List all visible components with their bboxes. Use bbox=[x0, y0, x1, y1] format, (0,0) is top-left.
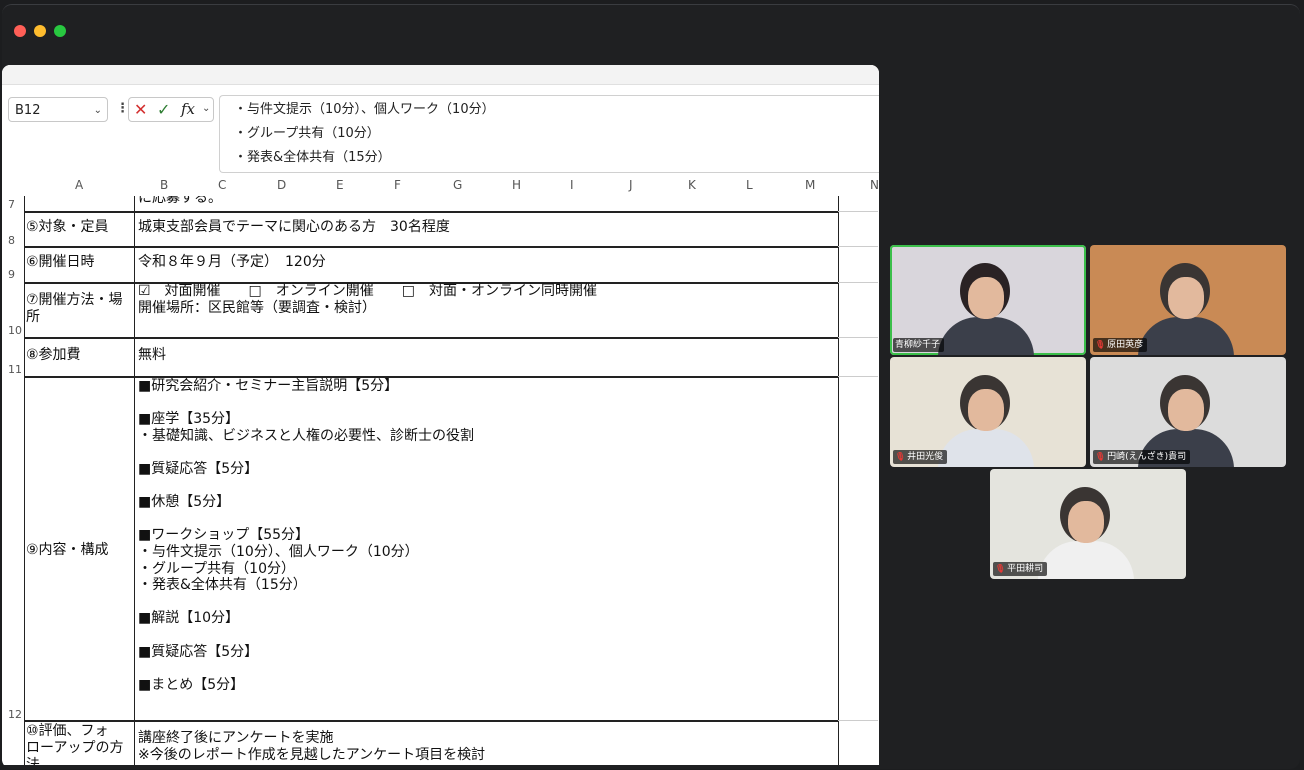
participant-face bbox=[968, 277, 1004, 319]
cell-label[interactable]: ⑧参加費 bbox=[26, 347, 81, 364]
column-header[interactable]: N bbox=[870, 178, 879, 192]
participant-name-label: 🎙 平田耕司 bbox=[993, 562, 1048, 576]
participant-body bbox=[1138, 317, 1234, 355]
participant-name-label: 🎙 井田光俊 bbox=[893, 450, 948, 464]
minimize-window-button[interactable] bbox=[34, 25, 46, 37]
ribbon-strip bbox=[2, 65, 879, 85]
cell-content[interactable]: 城東支部会員でテーマに関心のある方 30名程度 bbox=[138, 219, 450, 236]
cell-label[interactable]: ⑤対象・定員 bbox=[26, 219, 109, 236]
cell-label[interactable]: ⑥開催日時 bbox=[26, 254, 95, 271]
name-box[interactable]: B12 ⌄ bbox=[8, 97, 108, 122]
formula-line: ・グループ共有（10分） bbox=[234, 126, 380, 141]
mic-muted-icon: 🎙 bbox=[1095, 452, 1106, 461]
gridline bbox=[838, 246, 878, 247]
cell-content[interactable]: ■研究会紹介・セミナー主旨説明【5分】 ■座学【35分】 ・基礎知識、ビジネスと… bbox=[138, 378, 474, 693]
gridline bbox=[838, 376, 878, 377]
column-header[interactable]: A bbox=[75, 178, 83, 192]
gridline bbox=[838, 720, 878, 721]
column-header[interactable]: C bbox=[218, 178, 226, 192]
participant-video-tile[interactable]: 🎙 円崎(えんざき)貴司 bbox=[1090, 357, 1286, 467]
gridline bbox=[838, 337, 878, 338]
row-number[interactable]: 11 bbox=[8, 363, 22, 376]
participant-video-tile[interactable]: 🎙 井田光俊 bbox=[890, 357, 1086, 467]
participant-name: 青柳紗千子 bbox=[895, 340, 941, 350]
participant-face bbox=[1068, 501, 1104, 543]
column-header[interactable]: L bbox=[746, 178, 753, 192]
cell-content[interactable]: 無料 bbox=[138, 347, 166, 364]
participant-face bbox=[1168, 389, 1204, 431]
column-header[interactable]: B bbox=[160, 178, 168, 192]
fx-icon[interactable]: fx bbox=[181, 100, 195, 118]
mic-muted-icon: 🎙 bbox=[1095, 340, 1106, 349]
formula-actions: ✕ ✓ fx ⌄ bbox=[128, 97, 214, 122]
row-number[interactable]: 12 bbox=[8, 708, 22, 721]
participant-body bbox=[938, 317, 1034, 355]
participant-name-label: 🎙 原田英彦 bbox=[1093, 338, 1148, 352]
cell-content[interactable]: ☑ 対面開催 □ オンライン開催 □ 対面・オンライン同時開催 開催場所：区民館… bbox=[138, 283, 597, 316]
column-header[interactable]: J bbox=[629, 178, 633, 192]
participant-name: 平田耕司 bbox=[1007, 564, 1044, 574]
row-number[interactable]: 9 bbox=[8, 268, 15, 281]
row-border bbox=[24, 720, 838, 722]
row-border bbox=[24, 337, 838, 339]
mic-muted-icon: 🎙 bbox=[995, 564, 1006, 573]
participant-face bbox=[968, 389, 1004, 431]
cell-content[interactable]: 講座終了後にアンケートを実施 ※今後のレポート作成を見越したアンケート項目を検討 bbox=[138, 730, 485, 763]
gridline bbox=[838, 282, 878, 283]
participant-video-tile[interactable]: 🎙 平田耕司 bbox=[990, 469, 1186, 579]
zoom-window-button[interactable] bbox=[54, 25, 66, 37]
formula-line: ・発表&全体共有（15分） bbox=[234, 150, 391, 165]
participant-video-tile[interactable]: 🎙 原田英彦 bbox=[1090, 245, 1286, 355]
participant-name: 井田光俊 bbox=[907, 452, 944, 462]
name-box-value: B12 bbox=[15, 103, 41, 118]
column-header[interactable]: G bbox=[453, 178, 462, 192]
cell-label[interactable]: ⑨内容・構成 bbox=[26, 542, 109, 559]
participant-body bbox=[1038, 541, 1134, 579]
row-number[interactable]: 8 bbox=[8, 234, 15, 247]
meeting-window: B12 ⌄ ⋮ ✕ ✓ fx ⌄ ・与件文提示（10分）、個人ワーク（10分） ・グ… bbox=[2, 4, 1300, 769]
participant-body bbox=[938, 429, 1034, 467]
column-headers: A B C D E F G H I J K L M N bbox=[2, 176, 879, 197]
column-header[interactable]: D bbox=[277, 178, 286, 192]
cell-label[interactable]: ⑦開催方法・場 所 bbox=[26, 292, 123, 326]
gridline bbox=[838, 211, 878, 212]
cancel-icon[interactable]: ✕ bbox=[134, 100, 147, 119]
participant-face bbox=[1168, 277, 1204, 319]
column-header[interactable]: M bbox=[805, 178, 815, 192]
desktop: B12 ⌄ ⋮ ✕ ✓ fx ⌄ ・与件文提示（10分）、個人ワーク（10分） ・グ… bbox=[0, 0, 1304, 770]
column-header[interactable]: H bbox=[512, 178, 521, 192]
participant-name: 円崎(えんざき)貴司 bbox=[1107, 452, 1187, 462]
column-header[interactable]: F bbox=[394, 178, 401, 192]
sheet-grid[interactable]: 7 に応募する。 8 ⑤対象・定員 城東支部会員でテーマに関心のある方 30名程度 9 ⑥開… bbox=[2, 196, 879, 765]
cell-label[interactable]: ⑩評価、フォ ローアップの方 法 bbox=[26, 723, 123, 765]
row-number[interactable]: 7 bbox=[8, 198, 15, 211]
participant-name-label: 🎙 円崎(えんざき)貴司 bbox=[1093, 450, 1191, 464]
chevron-down-icon[interactable]: ⌄ bbox=[202, 103, 210, 114]
column-header[interactable]: E bbox=[336, 178, 344, 192]
chevron-down-icon[interactable]: ⌄ bbox=[94, 98, 102, 123]
formula-line: ・与件文提示（10分）、個人ワーク（10分） bbox=[234, 102, 495, 117]
participant-name-label: 青柳紗千子 bbox=[893, 338, 945, 352]
formula-content[interactable]: ・与件文提示（10分）、個人ワーク（10分） ・グループ共有（10分） ・発表&全体… bbox=[219, 95, 879, 173]
row-border bbox=[24, 211, 838, 213]
cell-content[interactable]: 令和８年９月（予定） 120分 bbox=[138, 254, 326, 271]
column-header[interactable]: K bbox=[688, 178, 696, 192]
column-header[interactable]: I bbox=[570, 178, 574, 192]
mic-muted-icon: 🎙 bbox=[895, 452, 906, 461]
close-window-button[interactable] bbox=[14, 25, 26, 37]
row-border bbox=[24, 246, 838, 248]
row-number[interactable]: 10 bbox=[8, 324, 22, 337]
participant-video-tile[interactable]: 青柳紗千子 bbox=[890, 245, 1086, 355]
participant-name: 原田英彦 bbox=[1107, 340, 1144, 350]
window-controls bbox=[14, 25, 66, 37]
confirm-icon[interactable]: ✓ bbox=[157, 100, 170, 119]
shared-screen-excel: B12 ⌄ ⋮ ✕ ✓ fx ⌄ ・与件文提示（10分）、個人ワーク（10分） ・グ… bbox=[2, 65, 879, 765]
